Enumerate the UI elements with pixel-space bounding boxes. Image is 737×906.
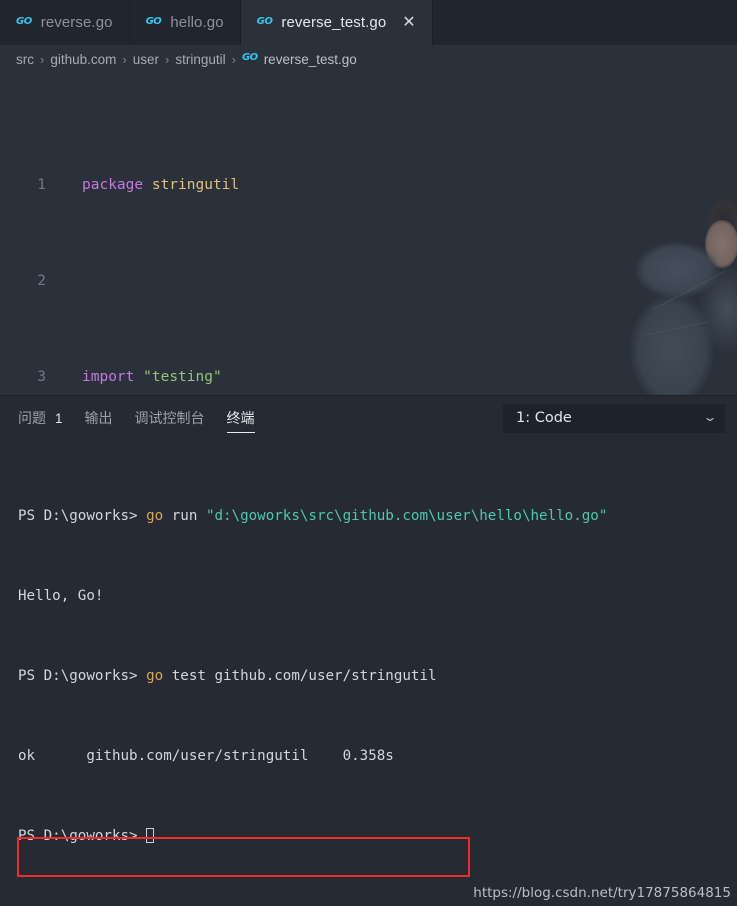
panel-tab-label: 终端 <box>226 411 255 427</box>
chevron-down-icon[interactable]: ⌄ <box>702 410 717 424</box>
panel-tab-debug-console[interactable]: 调试控制台 <box>135 396 205 440</box>
code-line: 1 package stringutil <box>0 173 737 197</box>
line-content[interactable] <box>64 269 737 293</box>
line-content[interactable]: import "testing" <box>64 365 737 389</box>
panel-tab-label: 输出 <box>84 411 113 427</box>
terminal-prompt: PS D:\goworks> <box>18 508 147 524</box>
editor-tab-label: reverse.go <box>40 14 113 31</box>
terminal-output-text: ok github.com/user/stringutil 0.358s <box>18 748 394 764</box>
editor-tab-reverse-test-go[interactable]: GO reverse_test.go ✕ <box>240 0 433 45</box>
panel-tab-terminal[interactable]: 终端 <box>226 396 255 440</box>
terminal-line: ok github.com/user/stringutil 0.358s <box>18 746 737 766</box>
terminal-line: PS D:\goworks> go run "d:\goworks\src\gi… <box>18 506 737 526</box>
chevron-right-icon: › <box>40 51 45 67</box>
go-file-icon: GO <box>256 15 273 27</box>
editor-tab-hello-go[interactable]: GO hello.go <box>129 0 241 45</box>
editor-tab-reverse-go[interactable]: GO reverse.go <box>0 0 130 45</box>
breadcrumb-item-file[interactable]: reverse_test.go <box>264 52 357 67</box>
terminal-command: go <box>146 668 164 684</box>
chevron-right-icon: › <box>165 51 170 67</box>
close-icon[interactable]: ✕ <box>402 14 415 31</box>
panel-tab-label: 问题 <box>18 411 46 427</box>
terminal-output[interactable]: PS D:\goworks> go run "d:\goworks\src\gi… <box>0 440 737 906</box>
terminal-output-text: Hello, Go! <box>18 588 104 604</box>
line-number: 3 <box>37 369 46 385</box>
terminal-prompt: PS D:\goworks> <box>18 668 147 684</box>
go-file-icon: GO <box>145 15 162 27</box>
editor-tab-label: hello.go <box>170 14 224 31</box>
panel-tab-list: 问题 1 输出 调试控制台 终端 <box>18 396 255 440</box>
editor-tab-bar: GO reverse.go GO hello.go GO reverse_tes… <box>0 0 737 45</box>
panel-header: 问题 1 输出 调试控制台 终端 1: Code ⌄ <box>0 396 737 440</box>
breadcrumb-item-src[interactable]: src <box>16 52 34 67</box>
bottom-panel: 问题 1 输出 调试控制台 终端 1: Code ⌄ PS D:\goworks… <box>0 395 737 906</box>
code-editor[interactable]: 1 package stringutil 2 3 import "testing… <box>0 73 737 395</box>
terminal-line: Hello, Go! <box>18 586 737 606</box>
editor-tab-label: reverse_test.go <box>281 14 387 31</box>
breadcrumb-item-github[interactable]: github.com <box>50 52 116 67</box>
breadcrumb-item-user[interactable]: user <box>133 52 159 67</box>
terminal-command: go <box>146 508 164 524</box>
line-number: 1 <box>37 177 46 193</box>
breadcrumb: src › github.com › user › stringutil › G… <box>0 45 737 73</box>
problems-count-badge: 1 <box>55 410 63 426</box>
terminal-selector-value: 1: Code <box>516 410 572 426</box>
breadcrumb-item-stringutil[interactable]: stringutil <box>175 52 225 67</box>
line-number: 2 <box>37 273 46 289</box>
terminal-cursor <box>146 828 155 843</box>
terminal-selector-dropdown[interactable]: 1: Code ⌄ <box>503 403 725 433</box>
chevron-right-icon: › <box>122 51 127 67</box>
tab-bar-empty-space <box>432 0 737 45</box>
terminal-path: "d:\goworks\src\github.com\user\hello\he… <box>205 508 608 524</box>
go-file-icon: GO <box>241 52 258 63</box>
panel-tab-output[interactable]: 输出 <box>85 396 113 440</box>
code-line: 3 import "testing" <box>0 365 737 389</box>
chevron-right-icon: › <box>231 51 236 67</box>
terminal-line: PS D:\goworks> go test github.com/user/s… <box>18 666 737 686</box>
go-file-icon: GO <box>16 15 32 27</box>
terminal-prompt: PS D:\goworks> <box>18 828 147 844</box>
panel-tab-problems[interactable]: 问题 1 <box>18 396 63 440</box>
line-content[interactable]: package stringutil <box>64 173 737 197</box>
terminal-arg: run <box>163 508 206 524</box>
code-line: 2 <box>0 269 737 293</box>
panel-tab-label: 调试控制台 <box>134 411 205 427</box>
code-content[interactable]: 1 package stringutil 2 3 import "testing… <box>0 73 737 395</box>
watermark-url: https://blog.csdn.net/try17875864815 <box>473 885 731 901</box>
terminal-line: PS D:\goworks> <box>18 826 737 846</box>
vscode-window: GO reverse.go GO hello.go GO reverse_tes… <box>0 0 737 906</box>
terminal-arg: test github.com/user/stringutil <box>163 668 437 684</box>
